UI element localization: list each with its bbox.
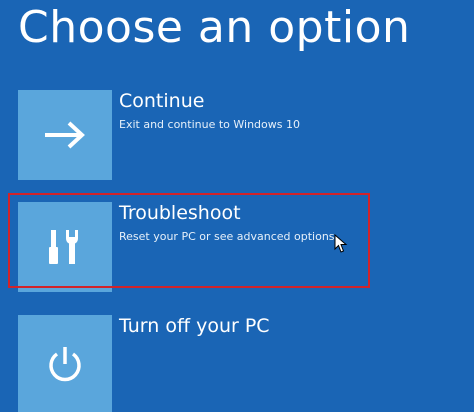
tools-icon [49,230,78,264]
troubleshoot-tile[interactable] [18,202,112,292]
troubleshoot-description: Reset your PC or see advanced options [119,230,335,243]
continue-description: Exit and continue to Windows 10 [119,118,300,131]
troubleshoot-option[interactable]: Troubleshoot Reset your PC or see advanc… [18,202,458,292]
continue-option[interactable]: Continue Exit and continue to Windows 10 [18,90,458,180]
turn-off-title: Turn off your PC [119,315,270,337]
turn-off-option[interactable]: Turn off your PC [18,315,458,412]
continue-tile[interactable] [18,90,112,180]
troubleshoot-title: Troubleshoot [119,202,241,224]
arrow-right-icon [45,121,85,149]
page-title: Choose an option [18,2,411,53]
mouse-cursor-icon [334,234,348,253]
turn-off-tile[interactable] [18,315,112,412]
continue-title: Continue [119,90,205,112]
power-icon [49,346,81,381]
